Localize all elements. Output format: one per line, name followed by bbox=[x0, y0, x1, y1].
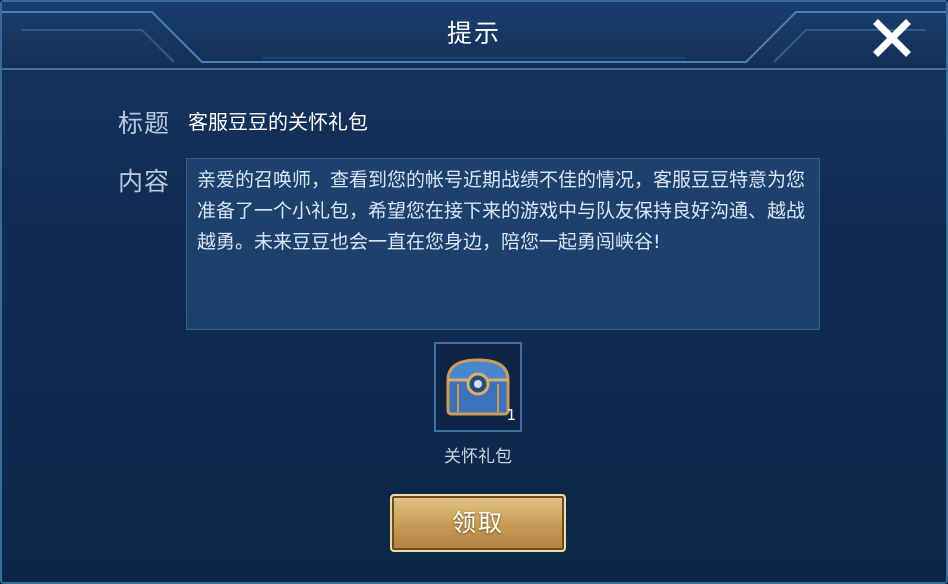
mail-dialog: 提示 标题 客服豆豆的关怀礼包 内容 亲爱的召唤师，查看到您的帐号近期战绩不佳的… bbox=[0, 0, 948, 584]
attachment-slot[interactable]: 1 bbox=[434, 342, 522, 432]
close-icon bbox=[873, 19, 911, 57]
attachment-count: 1 bbox=[506, 406, 516, 424]
dialog-header: 提示 bbox=[2, 2, 946, 70]
close-button[interactable] bbox=[870, 18, 914, 58]
mail-subject: 客服豆豆的关怀礼包 bbox=[188, 110, 368, 134]
content-label: 内容 bbox=[118, 167, 171, 196]
claim-button[interactable]: 领取 bbox=[390, 494, 566, 552]
mail-content: 亲爱的召唤师，查看到您的帐号近期战绩不佳的情况，客服豆豆特意为您准备了一个小礼包… bbox=[186, 158, 820, 330]
attachment-name: 关怀礼包 bbox=[444, 447, 512, 467]
dialog-title: 提示 bbox=[446, 19, 501, 48]
subject-label: 标题 bbox=[118, 109, 171, 138]
